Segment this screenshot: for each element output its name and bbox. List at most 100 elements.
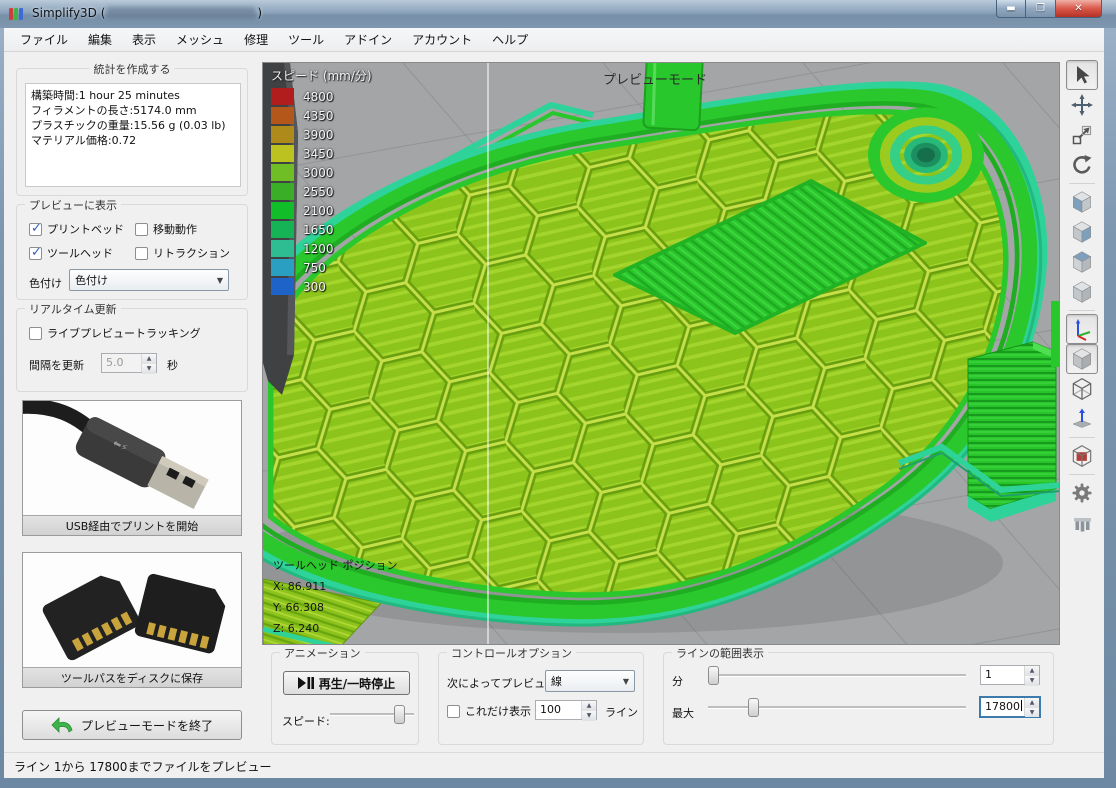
play-pause-button[interactable]: 再生/一時停止 (283, 671, 410, 695)
only-show-spinner[interactable]: 100 ▲▼ (535, 700, 597, 720)
cross-section-button[interactable] (1066, 441, 1098, 471)
speed-slider-thumb[interactable] (394, 705, 405, 724)
legend-row: 3000 (271, 163, 372, 182)
checkbox-travel-moves[interactable]: 移動動作 (135, 221, 197, 237)
menu-bar: ファイル 編集 表示 メッシュ 修理 ツール アドイン アカウント ヘルプ (4, 28, 1104, 52)
stats-text: 構築時間:1 hour 25 minutes フィラメントの長さ:5174.0 … (25, 83, 241, 187)
app-logo-icon (9, 6, 25, 22)
legend-row: 4800 (271, 87, 372, 106)
live-preview-checkbox[interactable] (29, 327, 42, 340)
rotate-icon (1070, 153, 1094, 177)
view-cube-left-button[interactable] (1066, 187, 1098, 217)
spin-up-icon[interactable]: ▲ (1025, 698, 1039, 708)
normal-arrow-icon (1070, 407, 1094, 431)
preview-3d-viewport[interactable]: スピード (mm/分) 4800 4350 3900 3450 3000 255… (262, 62, 1060, 645)
legend-swatch (271, 202, 294, 219)
checkbox-live-preview[interactable]: ライブプレビュートラッキング (29, 325, 201, 341)
menu-account[interactable]: アカウント (402, 28, 482, 51)
menu-mesh[interactable]: メッシュ (166, 28, 234, 51)
window-title: Simplify3D () (32, 6, 262, 20)
checkbox-only-show[interactable]: これだけ表示 (447, 703, 531, 719)
legend-row: 4350 (271, 106, 372, 125)
view-cube-right-button[interactable] (1066, 217, 1098, 247)
legend-swatch (271, 278, 294, 295)
scale-tool-button[interactable] (1066, 120, 1098, 150)
cube-gray-icon (1069, 279, 1095, 305)
pan-tool-button[interactable] (1066, 90, 1098, 120)
rotate-tool-button[interactable] (1066, 150, 1098, 180)
checkbox-print-bed[interactable]: プリントベッド (29, 221, 124, 237)
save-toolpaths-button[interactable]: ツールパスをディスクに保存 (22, 552, 242, 688)
control-options-group: コントロールオプション 次によってプレビュー 線 ▼ これだけ表示 100 ▲▼… (438, 652, 644, 745)
range-min-spinner[interactable]: 1 ▲▼ (980, 665, 1040, 685)
spin-up-icon[interactable]: ▲ (1025, 666, 1039, 676)
sidebar: 統計を作成する 構築時間:1 hour 25 minutes フィラメントの長さ… (8, 60, 256, 772)
preview-display-group: プレビューに表示 プリントベッド 移動動作 ツールヘッド リトラクション (16, 204, 248, 300)
spin-down-icon[interactable]: ▼ (1025, 676, 1039, 686)
print-bed-checkbox[interactable] (29, 223, 42, 236)
wireframe-view-button[interactable] (1066, 374, 1098, 404)
spin-down-icon[interactable]: ▼ (582, 711, 596, 721)
legend-swatch (271, 126, 294, 143)
spin-down-icon[interactable]: ▼ (142, 364, 156, 374)
min-slider-thumb[interactable] (708, 666, 719, 685)
menu-file[interactable]: ファイル (10, 28, 78, 51)
menu-tools[interactable]: ツール (278, 28, 334, 51)
travel-moves-checkbox[interactable] (135, 223, 148, 236)
menu-edit[interactable]: 編集 (78, 28, 122, 51)
print-over-usb-button[interactable]: ⬅⚡ USB経由でプリントを開始 (22, 400, 242, 536)
range-max-slider[interactable] (708, 698, 966, 718)
select-tool-button[interactable] (1066, 60, 1098, 90)
supports-button[interactable] (1066, 508, 1098, 538)
cursor-arrow-icon (1070, 63, 1094, 87)
animation-speed-slider[interactable] (330, 705, 414, 725)
checkbox-retraction[interactable]: リトラクション (135, 245, 230, 261)
realtime-update-group: リアルタイム更新 ライブプレビュートラッキング 間隔を更新 5.0 ▲▼ 秒 (16, 308, 248, 392)
speed-legend: スピード (mm/分) 4800 4350 3900 3450 3000 255… (271, 67, 372, 296)
max-slider-thumb[interactable] (748, 698, 759, 717)
redacted-text (107, 7, 255, 19)
surface-normal-button[interactable] (1066, 404, 1098, 434)
stats-title: 統計を作成する (90, 61, 175, 77)
back-arrow-icon (51, 717, 73, 733)
preview-by-dropdown[interactable]: 線 ▼ (545, 670, 635, 692)
settings-button[interactable] (1066, 478, 1098, 508)
update-interval-label: 間隔を更新 (29, 357, 84, 373)
retraction-checkbox[interactable] (135, 247, 148, 260)
client-area: 統計を作成する 構築時間:1 hour 25 minutes フィラメントの長さ… (4, 52, 1104, 778)
close-button[interactable]: ✕ (1056, 0, 1102, 18)
view-cube-top-button[interactable] (1066, 247, 1098, 277)
solid-view-button[interactable] (1066, 344, 1098, 374)
legend-swatch (271, 221, 294, 238)
view-cube-plain-button[interactable] (1066, 277, 1098, 307)
only-show-checkbox[interactable] (447, 705, 460, 718)
spin-down-icon[interactable]: ▼ (1025, 708, 1039, 718)
spin-up-icon[interactable]: ▲ (142, 354, 156, 364)
coloring-dropdown[interactable]: 色付け ▼ (69, 269, 229, 291)
menu-help[interactable]: ヘルプ (482, 28, 538, 51)
title-bar[interactable]: Simplify3D () ▬ ❐ ✕ (0, 0, 1116, 28)
move-arrows-icon (1070, 93, 1094, 117)
cube-blue-right-icon (1069, 219, 1095, 245)
tool-head-checkbox[interactable] (29, 247, 42, 260)
wireframe-cube-icon (1069, 376, 1095, 402)
play-pause-icon (298, 677, 314, 689)
minimize-button[interactable]: ▬ (996, 0, 1026, 18)
legend-row: 750 (271, 258, 372, 277)
menu-view[interactable]: 表示 (122, 28, 166, 51)
update-interval-spinner[interactable]: 5.0 ▲▼ (101, 353, 157, 373)
menu-repair[interactable]: 修理 (234, 28, 278, 51)
exit-preview-mode-button[interactable]: プレビューモードを終了 (22, 710, 242, 740)
maximize-button[interactable]: ❐ (1026, 0, 1056, 18)
range-max-spinner[interactable]: 17800 ▲▼ (980, 697, 1040, 717)
default-view-button[interactable] (1066, 314, 1098, 344)
preview-by-label: 次によってプレビュー (447, 675, 556, 691)
spin-up-icon[interactable]: ▲ (582, 701, 596, 711)
realtime-title: リアルタイム更新 (25, 301, 121, 317)
checkbox-tool-head[interactable]: ツールヘッド (29, 245, 113, 261)
sd-caption: ツールパスをディスクに保存 (23, 667, 241, 687)
view-toolbar (1062, 60, 1102, 538)
menu-addins[interactable]: アドイン (334, 28, 402, 51)
range-min-slider[interactable] (708, 666, 966, 686)
usb-caption: USB経由でプリントを開始 (23, 515, 241, 535)
